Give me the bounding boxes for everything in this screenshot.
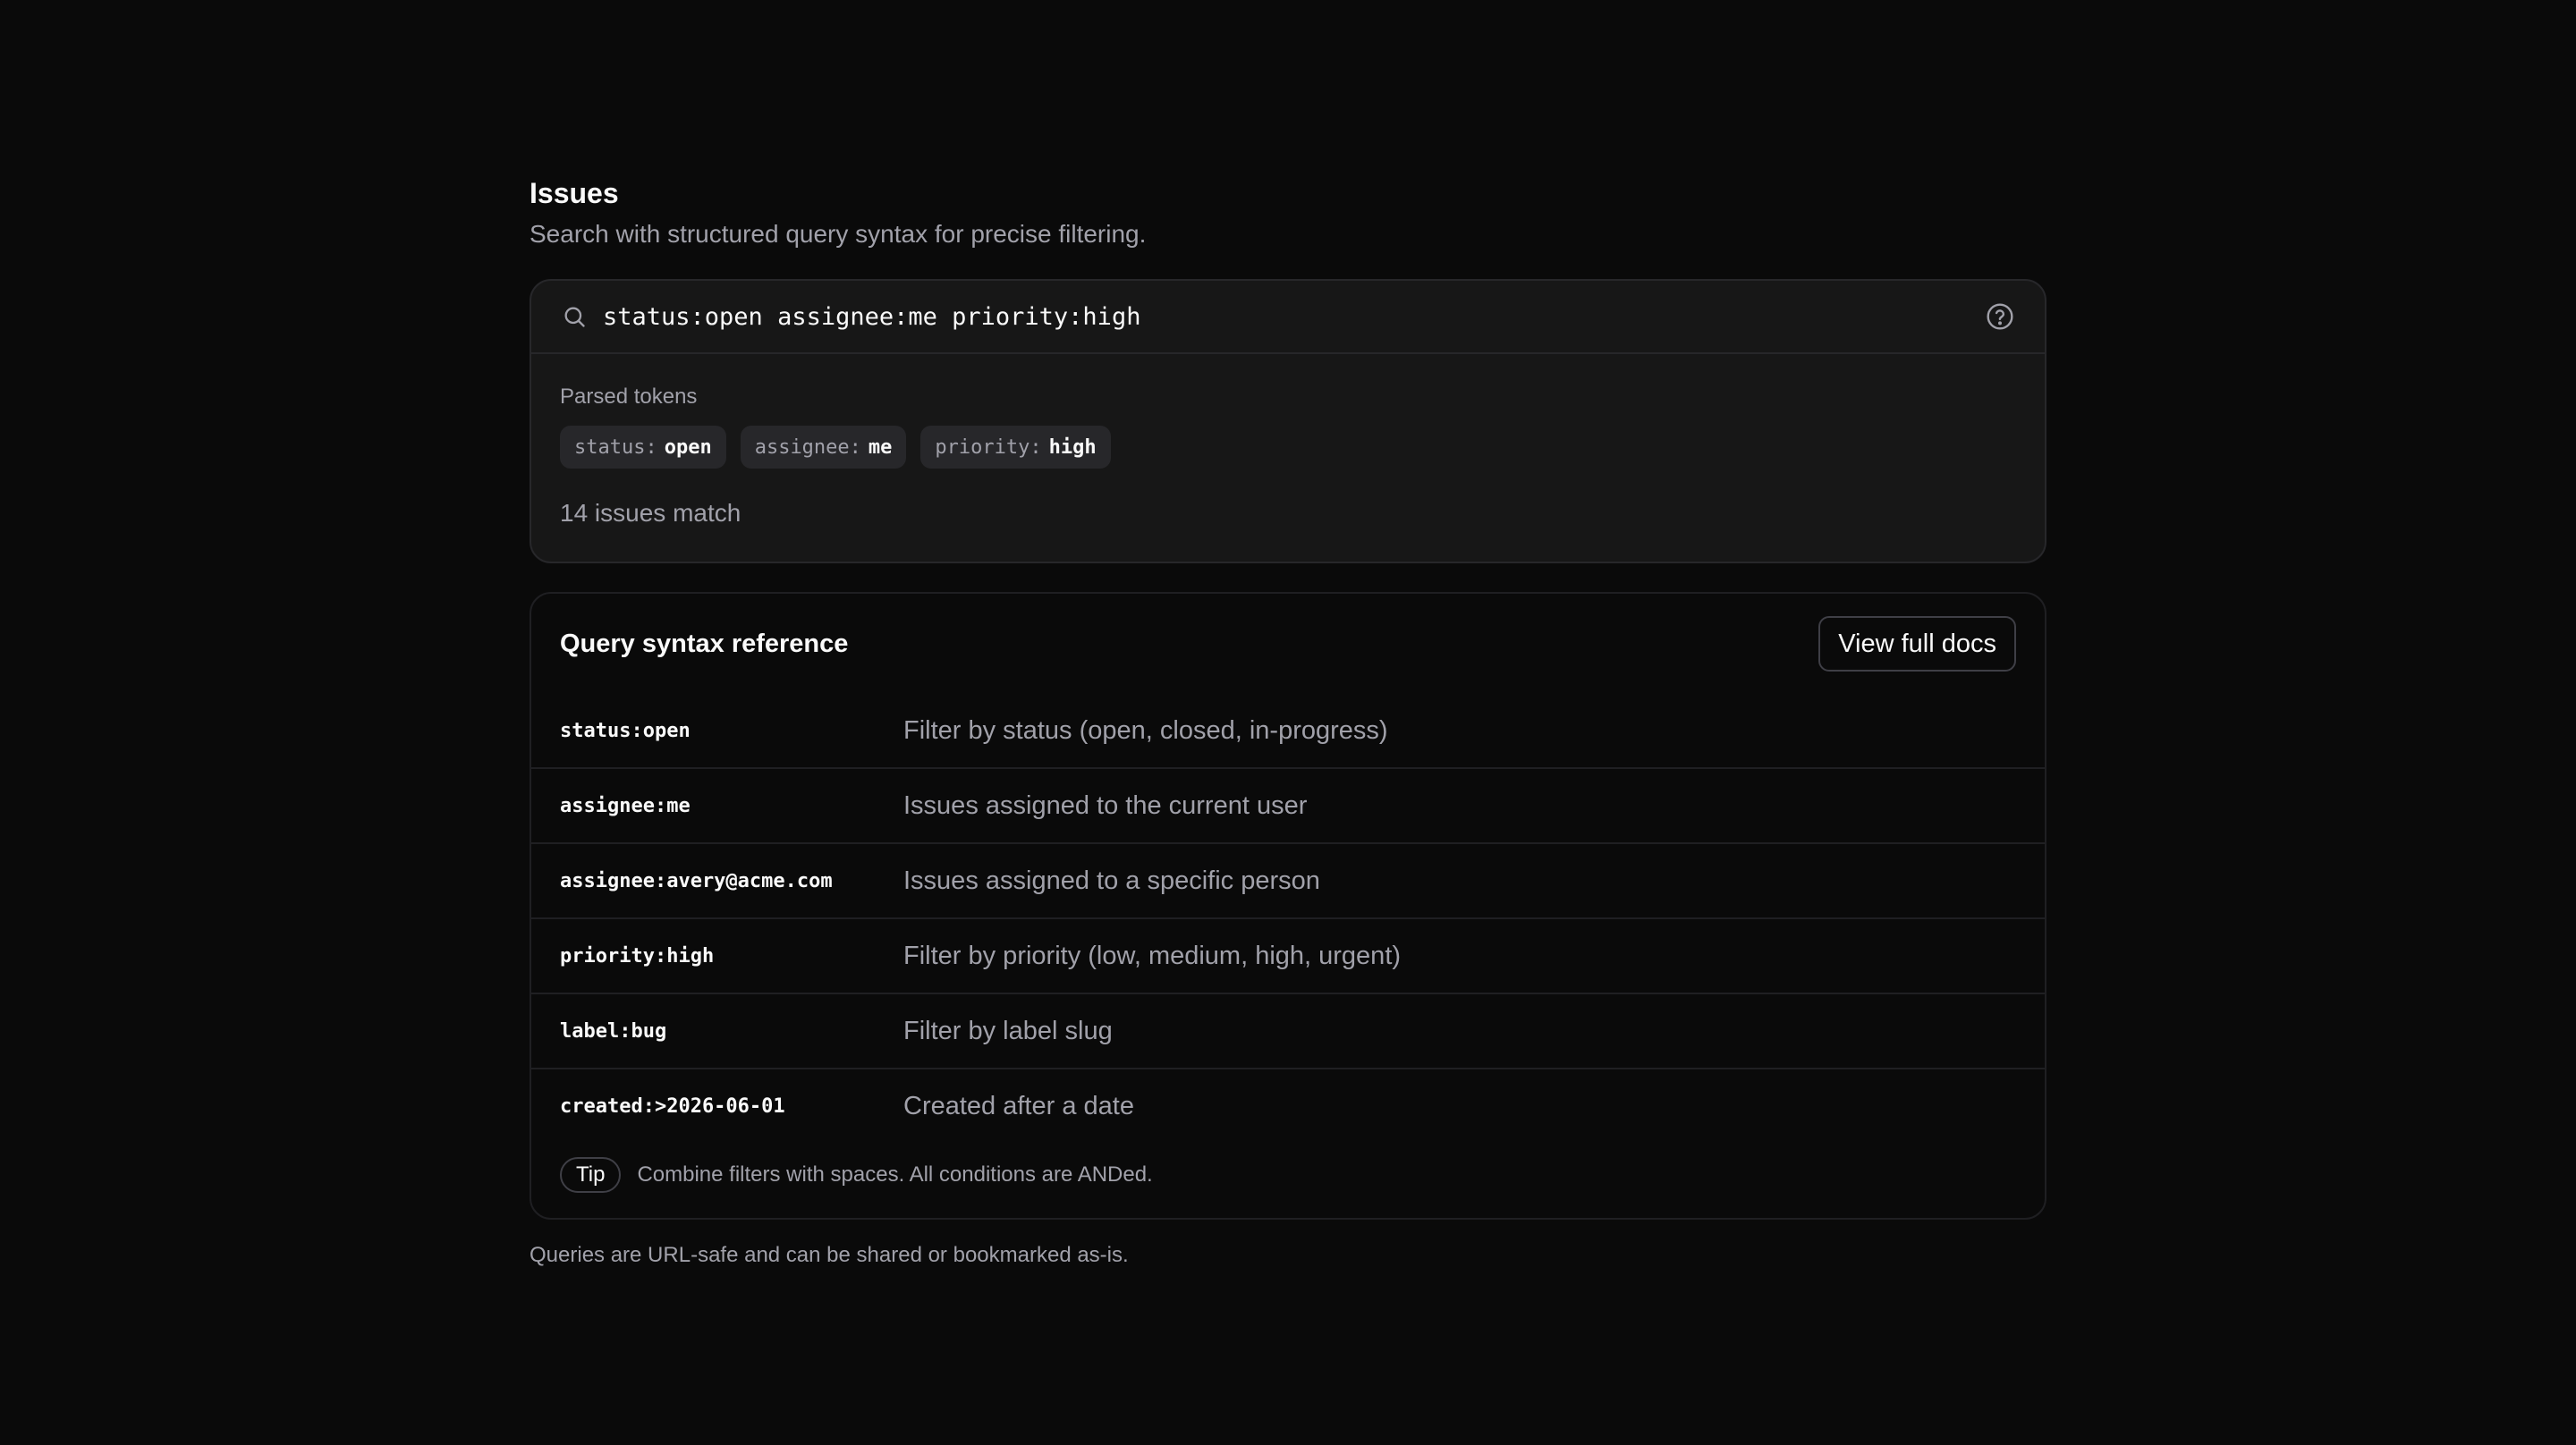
token-value: high [1048, 435, 1097, 459]
syntax-reference-header: Query syntax reference View full docs [531, 594, 2045, 694]
table-row: label:bug Filter by label slug [531, 993, 2045, 1068]
token-priority[interactable]: priority: high [920, 426, 1111, 469]
search-card: Parsed tokens status: open assignee: me … [530, 279, 2046, 563]
table-row: assignee:me Issues assigned to the curre… [531, 767, 2045, 842]
syntax-description: Created after a date [903, 1091, 1134, 1120]
table-row: created:>2026-06-01 Created after a date [531, 1068, 2045, 1143]
syntax-reference-card: Query syntax reference View full docs st… [530, 592, 2046, 1220]
parsed-tokens-section: Parsed tokens status: open assignee: me … [531, 354, 2045, 562]
token-assignee[interactable]: assignee: me [740, 426, 907, 469]
syntax-code: status:open [560, 719, 691, 742]
token-key: priority: [935, 435, 1042, 459]
syntax-code: created:>2026-06-01 [560, 1094, 785, 1118]
syntax-code: priority:high [560, 944, 715, 968]
syntax-code: label:bug [560, 1019, 667, 1043]
token-value: me [868, 435, 893, 459]
view-full-docs-button[interactable]: View full docs [1818, 616, 2016, 672]
syntax-description: Filter by label slug [903, 1016, 1113, 1045]
tip-row: Tip Combine filters with spaces. All con… [531, 1143, 2045, 1218]
search-icon [560, 302, 589, 331]
syntax-description: Issues assigned to the current user [903, 790, 1308, 820]
tip-text: Combine filters with spaces. All conditi… [637, 1162, 1153, 1187]
table-row: assignee:avery@acme.com Issues assigned … [531, 842, 2045, 917]
search-bar [531, 281, 2045, 354]
search-input[interactable] [603, 299, 1984, 334]
token-list: status: open assignee: me priority: high [560, 426, 2016, 469]
syntax-reference-title: Query syntax reference [560, 629, 849, 658]
token-status[interactable]: status: open [560, 426, 726, 469]
token-value: open [664, 435, 712, 459]
match-count: 14 issues match [560, 499, 741, 527]
table-row: status:open Filter by status (open, clos… [531, 694, 2045, 767]
footnote: Queries are URL-safe and can be shared o… [530, 1243, 1129, 1267]
syntax-description: Issues assigned to a specific person [903, 866, 1320, 895]
token-key: assignee: [754, 435, 861, 459]
syntax-description: Filter by status (open, closed, in-progr… [903, 715, 1388, 745]
page-title: Issues [530, 177, 619, 209]
parsed-tokens-label: Parsed tokens [560, 384, 698, 409]
syntax-description: Filter by priority (low, medium, high, u… [903, 941, 1402, 970]
tip-badge: Tip [560, 1157, 622, 1193]
syntax-reference-table: status:open Filter by status (open, clos… [531, 694, 2045, 1143]
syntax-code: assignee:me [560, 794, 691, 817]
syntax-code: assignee:avery@acme.com [560, 869, 833, 892]
page-subtitle: Search with structured query syntax for … [530, 220, 1147, 248]
issues-page: Issues Search with structured query synt… [530, 175, 2046, 1268]
table-row: priority:high Filter by priority (low, m… [531, 917, 2045, 993]
help-circle-icon[interactable] [1984, 300, 2016, 333]
token-key: status: [574, 435, 657, 459]
